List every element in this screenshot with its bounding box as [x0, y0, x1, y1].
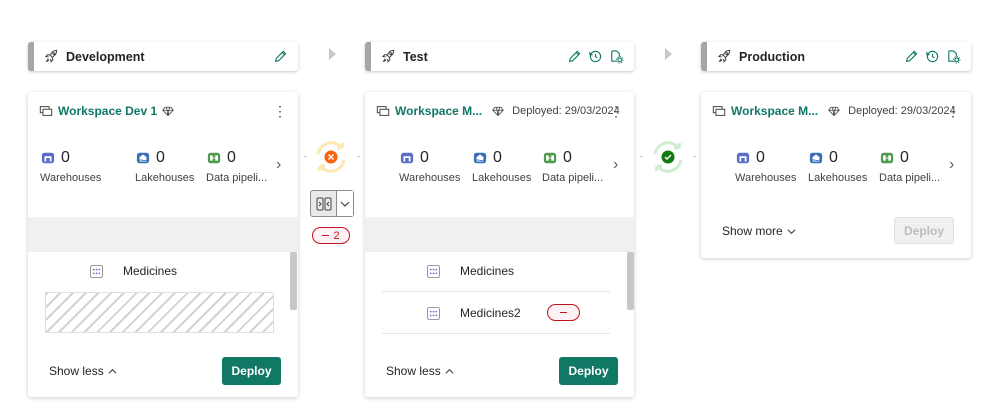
- workspace-icon: [375, 103, 391, 119]
- connector-dot: [640, 156, 643, 157]
- pipeline-icon: [206, 150, 222, 166]
- list-item[interactable]: Medicines2: [427, 306, 521, 320]
- more-options-icon[interactable]: ⋮: [273, 102, 287, 120]
- workspace-icon: [38, 103, 54, 119]
- list-item[interactable]: Medicines: [90, 264, 177, 278]
- metric-data-pipelines: 0 Data pipeli...: [542, 149, 604, 184]
- rocket-icon: [381, 49, 397, 65]
- scrollbar[interactable]: [627, 252, 634, 310]
- chevron-right-icon[interactable]: ›: [276, 156, 281, 174]
- history-icon[interactable]: [587, 48, 603, 64]
- show-less-link[interactable]: Show less: [49, 364, 117, 378]
- diff-count-badge[interactable]: 2: [312, 227, 350, 244]
- compare-icon: [311, 191, 337, 216]
- warning-sync-icon[interactable]: [311, 137, 351, 177]
- list-item[interactable]: Medicines: [427, 264, 514, 278]
- success-sync-icon[interactable]: [648, 137, 688, 177]
- rocket-icon: [44, 49, 60, 65]
- metric-warehouses: 0 Warehouses: [40, 149, 102, 184]
- lakehouse-icon: [472, 150, 488, 166]
- item-name: Medicines: [460, 264, 515, 278]
- more-options-icon[interactable]: ⋮: [946, 102, 960, 120]
- placeholder-hatch: [45, 292, 274, 333]
- stage-status-bar: [28, 42, 34, 71]
- history-icon[interactable]: [924, 48, 940, 64]
- metric-warehouses: 0 Warehouses: [735, 149, 797, 184]
- item-diff-badge[interactable]: [547, 304, 580, 321]
- metric-lakehouses: 0 Lakehouses: [135, 149, 195, 184]
- stage-status-bar: [365, 42, 371, 71]
- show-less-link[interactable]: Show less: [386, 364, 454, 378]
- stage-arrow-icon: [665, 48, 672, 60]
- metric-data-pipelines: 0 Data pipeli...: [879, 149, 941, 184]
- connector-dot: [304, 156, 307, 157]
- row-divider: [382, 333, 610, 334]
- metric-lakehouses: 0 Lakehouses: [808, 149, 868, 184]
- stage-card-development: Workspace Dev 1 ⋮ 0 Warehouses 0 Lakehou…: [28, 92, 298, 397]
- deploy-button[interactable]: Deploy: [559, 357, 618, 385]
- settings-icon[interactable]: [608, 48, 624, 64]
- deployed-date: Deployed: 29/03/2024: [848, 105, 956, 117]
- items-header-band: [365, 217, 634, 252]
- item-name: Medicines: [123, 264, 178, 278]
- chevron-down-icon[interactable]: [337, 191, 353, 216]
- semantic-model-icon: [427, 306, 440, 320]
- workspace-icon: [711, 103, 727, 119]
- item-name: Medicines2: [460, 306, 521, 320]
- minus-icon: [560, 311, 567, 314]
- connector-dot: [693, 156, 696, 157]
- lakehouse-icon: [135, 150, 151, 166]
- chevron-right-icon[interactable]: ›: [949, 156, 954, 174]
- metric-lakehouses: 0 Lakehouses: [472, 149, 532, 184]
- stage-title: Development: [66, 49, 145, 64]
- workspace-link[interactable]: Workspace M...: [731, 104, 818, 118]
- warehouse-icon: [40, 150, 56, 166]
- pipeline-icon: [879, 150, 895, 166]
- show-more-link[interactable]: Show more: [722, 224, 796, 238]
- minus-icon: [322, 234, 330, 237]
- diamond-icon: [826, 103, 842, 119]
- compare-button[interactable]: [310, 190, 354, 217]
- pencil-icon[interactable]: [566, 48, 582, 64]
- workspace-link[interactable]: Workspace Dev 1: [58, 104, 157, 118]
- stage-title: Production: [739, 49, 805, 64]
- semantic-model-icon: [90, 264, 103, 278]
- row-divider: [382, 291, 610, 292]
- stage-header-test: Test: [365, 42, 634, 71]
- stage-header-production: Production: [701, 42, 971, 71]
- deploy-button[interactable]: Deploy: [894, 217, 954, 244]
- pencil-icon[interactable]: [903, 48, 919, 64]
- chevron-right-icon[interactable]: ›: [613, 156, 618, 174]
- items-header-band: [28, 217, 298, 252]
- lakehouse-icon: [808, 150, 824, 166]
- metric-data-pipelines: 0 Data pipeli...: [206, 149, 268, 184]
- metric-warehouses: 0 Warehouses: [399, 149, 461, 184]
- stage-status-bar: [701, 42, 707, 71]
- warehouse-icon: [399, 150, 415, 166]
- stage-header-development: Development: [28, 42, 298, 71]
- chevron-up-icon: [445, 368, 454, 374]
- stage-arrow-icon: [329, 48, 336, 60]
- diamond-icon: [490, 103, 506, 119]
- rocket-icon: [717, 49, 733, 65]
- warehouse-icon: [735, 150, 751, 166]
- more-options-icon[interactable]: ⋮: [609, 102, 623, 120]
- stage-card-production: Workspace M... Deployed: 29/03/2024 ⋮ 0 …: [701, 92, 971, 258]
- stage-card-test: Workspace M... Deployed: 29/03/2024 ⋮ 0 …: [365, 92, 634, 397]
- scrollbar[interactable]: [290, 252, 297, 310]
- pencil-icon[interactable]: [272, 48, 288, 64]
- deploy-button[interactable]: Deploy: [222, 357, 281, 385]
- chevron-up-icon: [108, 368, 117, 374]
- chevron-down-icon: [787, 228, 796, 234]
- diamond-icon: [160, 103, 176, 119]
- stage-title: Test: [403, 49, 428, 64]
- settings-icon[interactable]: [945, 48, 961, 64]
- connector-dot: [357, 156, 360, 157]
- deployed-date: Deployed: 29/03/2024: [512, 105, 620, 117]
- semantic-model-icon: [427, 264, 440, 278]
- pipeline-icon: [542, 150, 558, 166]
- workspace-link[interactable]: Workspace M...: [395, 104, 482, 118]
